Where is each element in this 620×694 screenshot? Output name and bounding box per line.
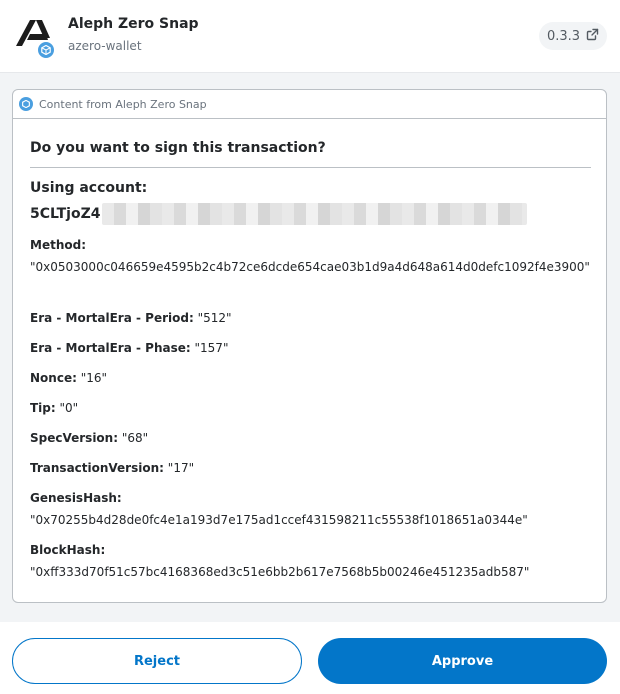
field-value: "0xff333d70f51c57bc4168368ed3c51e6bb2b61… [30, 565, 530, 579]
field-method: Method: "0x0503000c046659e4595b2c4b72ce6… [30, 234, 596, 278]
external-link-icon [586, 28, 599, 45]
field-block-hash: BlockHash: "0xff333d70f51c57bc4168368ed3… [30, 539, 596, 583]
field-transaction-version: TransactionVersion: "17" [30, 457, 596, 479]
field-nonce: Nonce: "16" [30, 367, 596, 389]
field-value: "68" [121, 431, 149, 445]
snap-name: Aleph Zero Snap [68, 16, 199, 32]
approve-button[interactable]: Approve [318, 638, 607, 684]
field-value: "16" [80, 371, 108, 385]
field-genesis-hash: GenesisHash: "0x70255b4d28de0fc4e1a193d7… [30, 487, 596, 531]
field-label: BlockHash: [30, 543, 106, 557]
field-label: SpecVersion: [30, 431, 119, 445]
field-value: "512" [197, 311, 232, 325]
field-spec-version: SpecVersion: "68" [30, 427, 596, 449]
snap-id: azero-wallet [68, 39, 142, 53]
field-label: Method: [30, 238, 87, 252]
version-link-button[interactable]: 0.3.3 [539, 22, 607, 50]
field-label: Era - MortalEra - Period: [30, 311, 194, 325]
page-title: Do you want to sign this transaction? [30, 140, 326, 156]
content-source-bar: Content from Aleph Zero Snap [13, 90, 606, 119]
field-era-phase: Era - MortalEra - Phase: "157" [30, 337, 596, 359]
field-value: "0x0503000c046659e4595b2c4b72ce6dcde654c… [30, 260, 590, 274]
field-value: "17" [167, 461, 195, 475]
field-value: "0" [59, 401, 79, 415]
field-label: Tip: [30, 401, 56, 415]
action-footer: Reject Approve [0, 622, 620, 694]
snap-header: Aleph Zero Snap azero-wallet 0.3.3 [0, 0, 620, 73]
redacted-address [102, 203, 528, 225]
account-heading: Using account: [30, 180, 148, 196]
field-label: GenesisHash: [30, 491, 122, 505]
snap-cube-icon [19, 97, 33, 111]
field-label: TransactionVersion: [30, 461, 164, 475]
snap-cube-icon [36, 40, 56, 60]
field-label: Nonce: [30, 371, 77, 385]
field-era-period: Era - MortalEra - Period: "512" [30, 307, 596, 329]
version-label: 0.3.3 [546, 28, 581, 44]
account-address-prefix: 5CLTjoZ4 [30, 206, 101, 222]
field-label: Era - MortalEra - Phase: [30, 341, 191, 355]
account-address: 5CLTjoZ4 [30, 203, 528, 225]
reject-button[interactable]: Reject [12, 638, 302, 684]
field-value: "0x70255b4d28de0fc4e1a193d7e175ad1ccef43… [30, 513, 528, 527]
content-source-label: Content from Aleph Zero Snap [39, 97, 207, 111]
field-value: "157" [194, 341, 229, 355]
divider [30, 167, 591, 168]
aleph-zero-logo-icon [12, 16, 56, 60]
field-tip: Tip: "0" [30, 397, 596, 419]
snap-content-card: Content from Aleph Zero Snap Do you want… [12, 89, 607, 603]
